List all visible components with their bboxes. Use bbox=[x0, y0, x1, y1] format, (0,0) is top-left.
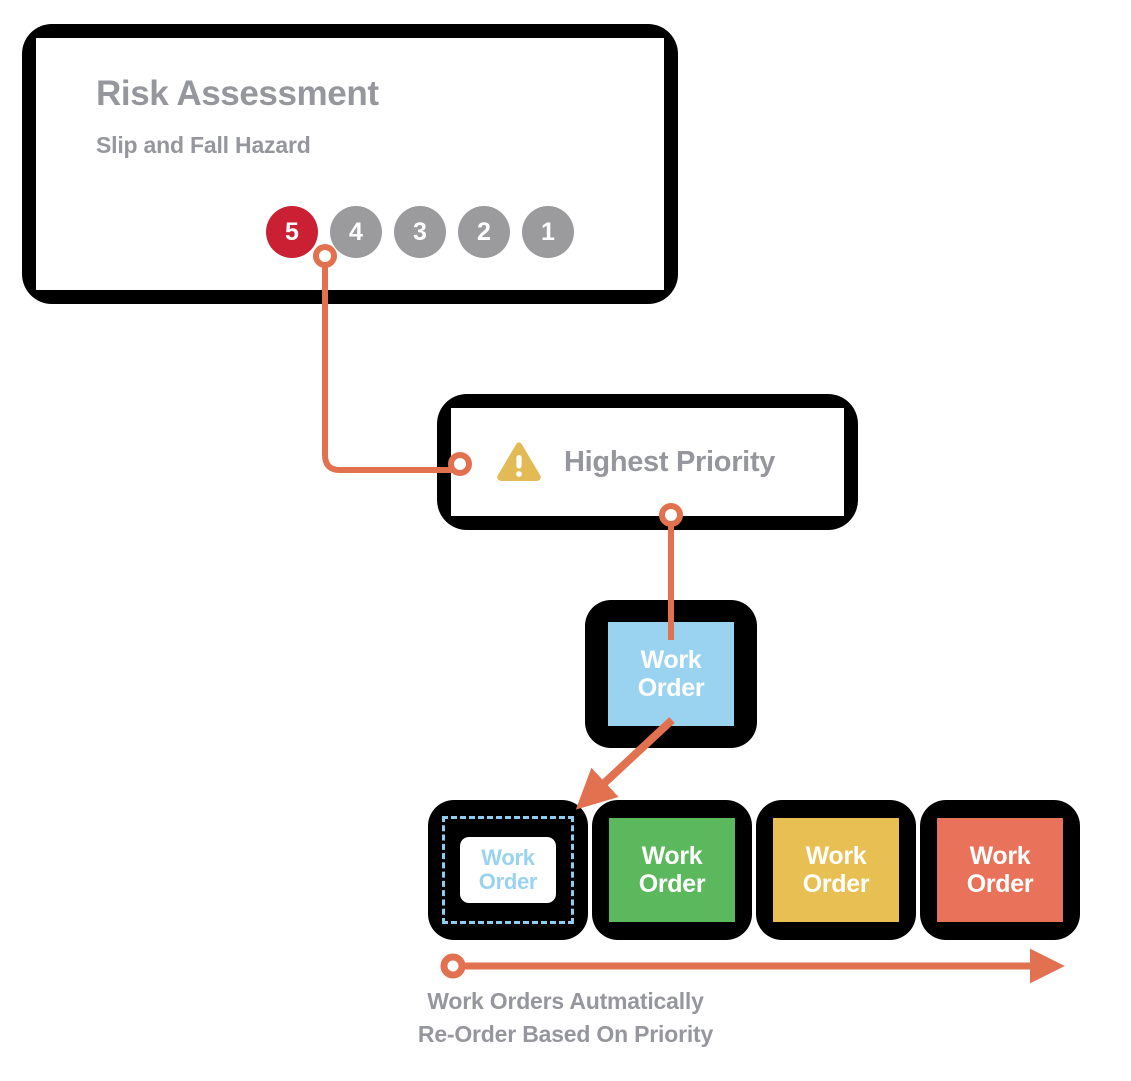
work-order-line2: Order bbox=[966, 870, 1034, 898]
work-order-queue: Work Order Work Order Work Order Work Or… bbox=[428, 800, 1080, 940]
caption-line1: Work Orders Autmatically bbox=[427, 988, 704, 1014]
work-order-line1: Work bbox=[641, 842, 703, 870]
work-order-tile-salmon[interactable]: Work Order bbox=[937, 818, 1063, 922]
priority-label: Highest Priority bbox=[564, 445, 776, 478]
dropzone-placeholder-tile: Work Order bbox=[460, 837, 556, 903]
work-order-line1: Work bbox=[805, 842, 867, 870]
queue-slot-dropzone[interactable]: Work Order bbox=[428, 800, 588, 940]
rating-dot-5[interactable]: 5 bbox=[266, 206, 318, 258]
work-order-tile-yellow[interactable]: Work Order bbox=[773, 818, 899, 922]
page-title: Risk Assessment bbox=[96, 74, 379, 113]
queue-slot-green[interactable]: Work Order bbox=[592, 800, 752, 940]
dropzone-line1: Work bbox=[481, 844, 535, 870]
diagram-canvas: Risk Assessment Slip and Fall Hazard 5 4… bbox=[0, 0, 1131, 1081]
connector-endpoint-ring-axis-left bbox=[440, 953, 466, 979]
risk-rating-scale: 5 4 3 2 1 bbox=[266, 206, 574, 258]
highest-priority-card-screen: Highest Priority bbox=[451, 408, 844, 516]
work-order-line2: Order bbox=[637, 674, 705, 702]
work-order-tile-green[interactable]: Work Order bbox=[609, 818, 735, 922]
highest-priority-card[interactable]: Highest Priority bbox=[437, 394, 858, 530]
work-order-line2: Order bbox=[638, 870, 706, 898]
queue-slot-salmon[interactable]: Work Order bbox=[920, 800, 1080, 940]
hazard-subtitle: Slip and Fall Hazard bbox=[96, 132, 311, 158]
rating-dot-3[interactable]: 3 bbox=[394, 206, 446, 258]
rating-dot-4[interactable]: 4 bbox=[330, 206, 382, 258]
caption-line2: Re-Order Based On Priority bbox=[417, 1021, 714, 1048]
work-order-line2: Order bbox=[802, 870, 870, 898]
risk-assessment-card-screen: Risk Assessment Slip and Fall Hazard 5 4… bbox=[36, 38, 664, 290]
work-order-line1: Work bbox=[640, 646, 702, 674]
dropzone-line2: Order bbox=[478, 869, 538, 894]
work-order-tile[interactable]: Work Order bbox=[608, 622, 734, 726]
work-order-line1: Work bbox=[969, 842, 1031, 870]
rating-dot-2[interactable]: 2 bbox=[458, 206, 510, 258]
rating-dot-1[interactable]: 1 bbox=[522, 206, 574, 258]
floating-work-order-card[interactable]: Work Order bbox=[585, 600, 757, 748]
queue-slot-yellow[interactable]: Work Order bbox=[756, 800, 916, 940]
risk-assessment-card[interactable]: Risk Assessment Slip and Fall Hazard 5 4… bbox=[22, 24, 678, 304]
dropzone-outline[interactable]: Work Order bbox=[442, 816, 574, 924]
warning-triangle-icon bbox=[497, 442, 541, 481]
caption: Work Orders Autmatically Re-Order Based … bbox=[0, 985, 1131, 1052]
